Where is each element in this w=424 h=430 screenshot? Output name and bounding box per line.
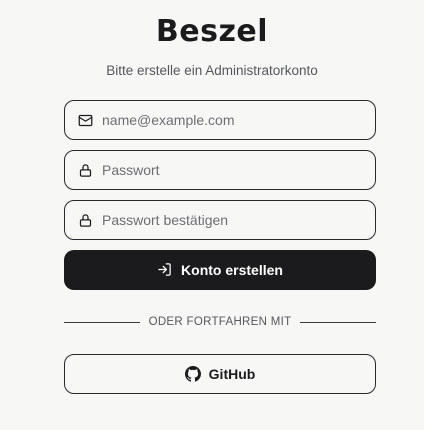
github-icon	[184, 366, 201, 382]
beszel-logo: Beszel	[155, 14, 269, 49]
create-admin-page: Beszel Bitte erstelle ein Administratork…	[0, 0, 424, 430]
lock-icon	[77, 162, 93, 178]
oauth-divider: ODER FORTFAHREN MIT	[64, 314, 377, 330]
password-input[interactable]	[102, 151, 372, 189]
password-confirm-input[interactable]	[102, 201, 372, 239]
log-in-icon	[157, 262, 173, 278]
create-account-button[interactable]: Konto erstellen	[64, 250, 376, 290]
divider-line-left	[64, 321, 140, 323]
password-confirm-field[interactable]	[64, 200, 376, 240]
github-login-button[interactable]: GitHub	[64, 354, 376, 394]
lock-icon	[77, 212, 93, 228]
page-subtitle: Bitte erstelle ein Administratorkonto	[106, 63, 318, 78]
github-label: GitHub	[208, 366, 256, 382]
mail-icon	[77, 112, 93, 128]
email-input[interactable]	[102, 101, 372, 139]
divider-line-right	[300, 321, 377, 323]
divider-label: ODER FORTFAHREN MIT	[148, 316, 292, 328]
create-account-label: Konto erstellen	[181, 262, 283, 278]
password-field[interactable]	[64, 150, 376, 190]
email-field[interactable]	[64, 100, 376, 140]
